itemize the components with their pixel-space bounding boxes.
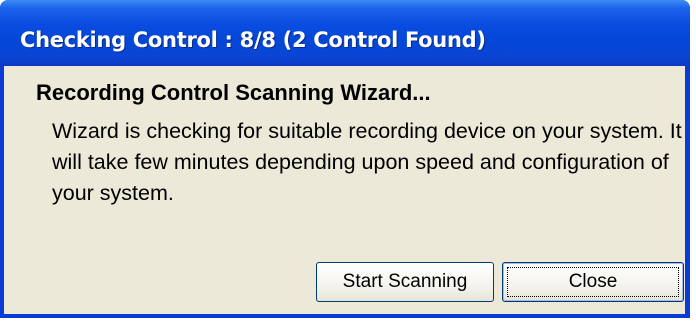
start-scanning-label: Start Scanning bbox=[342, 271, 468, 292]
wizard-heading: Recording Control Scanning Wizard... bbox=[36, 80, 431, 105]
window-title: Checking Control : 8/8 (2 Control Found) bbox=[20, 28, 486, 52]
title-bar[interactable]: Checking Control : 8/8 (2 Control Found) bbox=[0, 0, 690, 66]
dialog-body: Recording Control Scanning Wizard... Wiz… bbox=[4, 66, 685, 314]
focus-ring bbox=[507, 267, 679, 297]
start-scanning-button[interactable]: Start Scanning bbox=[316, 262, 494, 302]
dialog-window: Checking Control : 8/8 (2 Control Found)… bbox=[0, 0, 690, 318]
close-button[interactable]: Close bbox=[502, 262, 684, 302]
wizard-description: Wizard is checking for suitable recordin… bbox=[52, 119, 682, 205]
